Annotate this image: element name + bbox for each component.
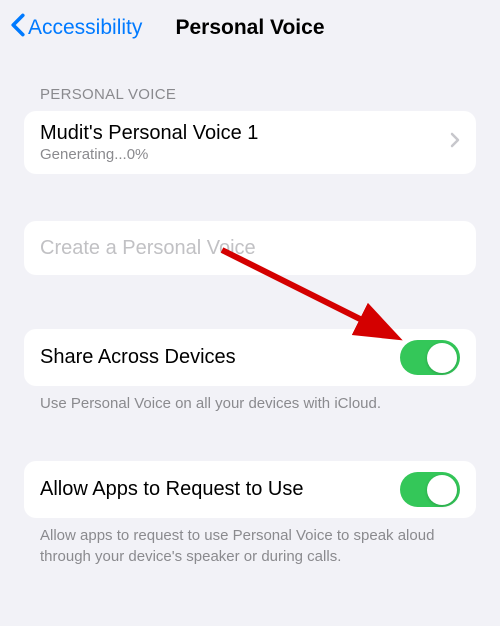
back-button[interactable]: Accessibility [10,13,142,43]
share-label: Share Across Devices [40,346,236,369]
chevron-left-icon [10,13,26,43]
navigation-bar: Accessibility Personal Voice [0,0,500,56]
allow-label: Allow Apps to Request to Use [40,478,303,501]
share-footer-text: Use Personal Voice on all your devices w… [24,386,476,414]
personal-voice-row[interactable]: Mudit's Personal Voice 1 Generating...0% [24,111,476,174]
toggle-knob [427,343,457,373]
create-personal-voice-button[interactable]: Create a Personal Voice [24,221,476,275]
create-label: Create a Personal Voice [40,237,256,260]
chevron-right-icon [450,132,460,153]
allow-apps-row: Allow Apps to Request to Use [24,461,476,518]
section-header-personal-voice: PERSONAL VOICE [24,86,476,103]
share-across-devices-row: Share Across Devices [24,329,476,386]
voice-status: Generating...0% [40,146,258,163]
back-label: Accessibility [28,16,142,40]
voice-name: Mudit's Personal Voice 1 [40,122,258,145]
toggle-knob [427,475,457,505]
page-title: Personal Voice [175,16,324,40]
allow-apps-toggle[interactable] [400,472,460,507]
share-across-devices-toggle[interactable] [400,340,460,375]
allow-footer-text: Allow apps to request to use Personal Vo… [24,518,476,567]
